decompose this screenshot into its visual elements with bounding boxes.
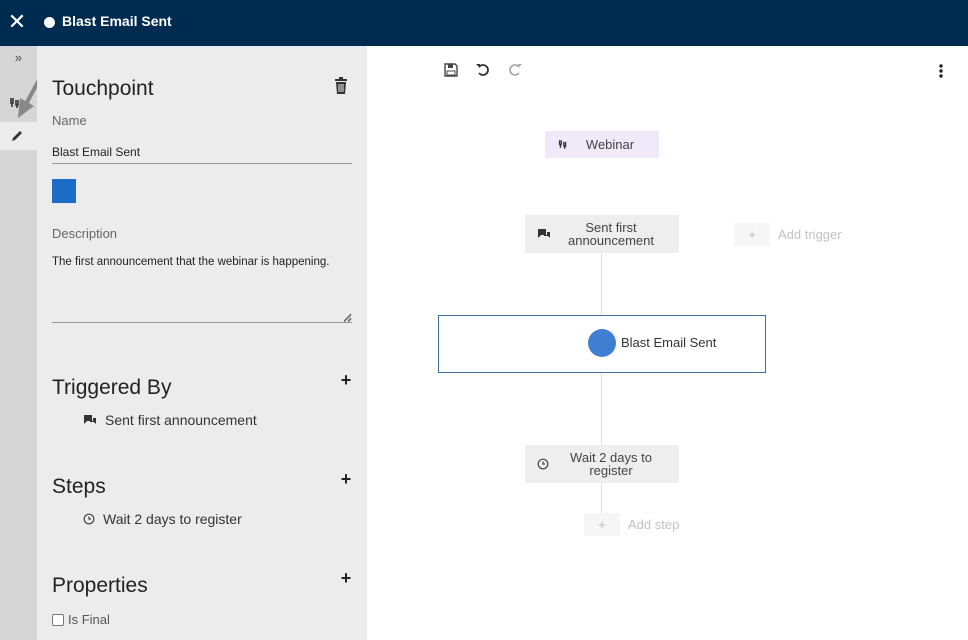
trigger-node[interactable]: Sent first announcement	[525, 215, 679, 253]
edit-tab[interactable]	[0, 122, 37, 150]
webinar-label: Webinar	[585, 137, 635, 152]
description-label: Description	[52, 226, 118, 241]
clock-icon	[537, 458, 549, 470]
add-step-plus-icon[interactable]: +	[339, 470, 353, 488]
panel-title: Touchpoint	[52, 77, 154, 100]
trigger-node-label: Sent first announcement	[567, 220, 654, 248]
redo-icon[interactable]	[506, 62, 524, 78]
clock-icon	[83, 513, 95, 525]
chat-icon	[538, 229, 550, 238]
add-trigger-label: Add trigger	[778, 227, 842, 242]
trigger-icon[interactable]	[8, 96, 28, 114]
step-item-label: Wait 2 days to register	[103, 511, 242, 527]
touchpoint-panel: Touchpoint Name Description The first an…	[37, 46, 367, 640]
step-node[interactable]: Wait 2 days to register	[525, 445, 679, 483]
add-step-label: Add step	[628, 517, 680, 532]
expand-rail-icon[interactable]: »	[0, 50, 37, 70]
undo-icon[interactable]	[474, 62, 492, 78]
is-final-label: Is Final	[68, 612, 110, 627]
is-final-row: Is Final	[52, 612, 110, 627]
side-rail: »	[0, 46, 37, 640]
properties-heading: Properties	[52, 574, 148, 597]
webinar-root-node[interactable]: Webinar	[545, 131, 659, 158]
add-trigger-plus-icon[interactable]: +	[339, 371, 353, 389]
selected-node-label: Blast Email Sent	[621, 335, 717, 350]
plus-icon: +	[734, 223, 770, 246]
steps-heading: Steps	[52, 475, 106, 498]
trigger-item-label: Sent first announcement	[105, 412, 257, 428]
more-options-icon[interactable]	[933, 63, 949, 79]
triggered-by-heading: Triggered By	[52, 376, 172, 399]
close-icon[interactable]: ✕	[6, 9, 28, 35]
color-swatch[interactable]	[52, 179, 76, 203]
header-bar: ✕ Blast Email Sent	[0, 0, 968, 46]
chat-icon	[84, 415, 96, 424]
connector-line	[601, 483, 602, 513]
connector-line	[601, 373, 602, 445]
connector-line	[601, 253, 602, 315]
step-list-item[interactable]: Wait 2 days to register	[83, 511, 242, 527]
pencil-icon	[12, 131, 22, 141]
name-field[interactable]	[52, 136, 352, 164]
add-trigger-button[interactable]: + Add trigger	[734, 223, 842, 246]
add-property-plus-icon[interactable]: +	[339, 569, 353, 587]
step-node-label: Wait 2 days to register	[570, 450, 652, 478]
name-label: Name	[52, 113, 87, 128]
trigger-list-item[interactable]: Sent first announcement	[83, 412, 257, 428]
touchpoint-circle-icon	[588, 329, 616, 357]
trash-icon[interactable]	[333, 76, 349, 96]
description-field[interactable]: The first announcement that the webinar …	[52, 256, 352, 323]
trigger-icon	[558, 140, 567, 149]
save-icon[interactable]	[442, 62, 460, 78]
flow-canvas: Webinar Sent first announcement + Add tr…	[367, 46, 968, 640]
plus-icon: +	[584, 513, 620, 536]
selected-touchpoint-node[interactable]: Blast Email Sent	[438, 315, 766, 373]
resize-handle-icon[interactable]	[343, 314, 352, 323]
status-dot	[44, 17, 55, 28]
add-step-button[interactable]: + Add step	[584, 513, 679, 536]
page-title: Blast Email Sent	[62, 13, 172, 29]
is-final-checkbox[interactable]	[52, 613, 64, 626]
